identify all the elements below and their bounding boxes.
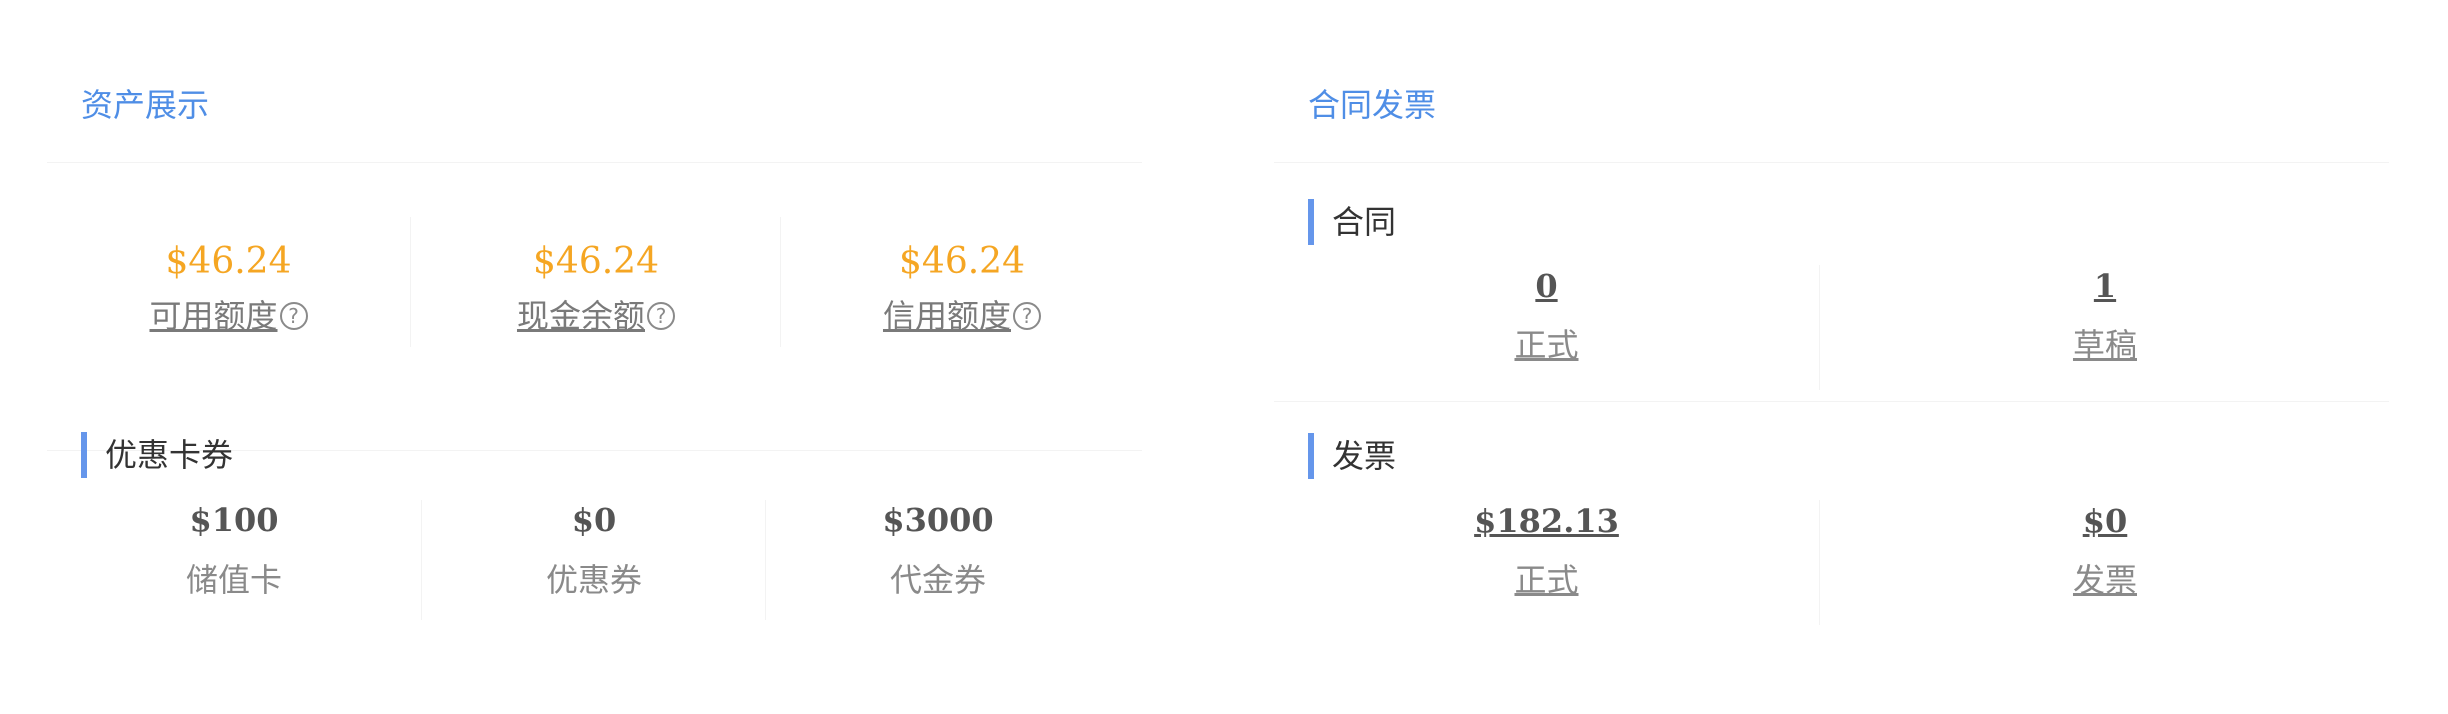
draft-contracts-value-wrap: 1 xyxy=(1820,265,2390,307)
asset-summary-row: $46.24 可用额度? $46.24 现金余额? $46.24 信用额度? xyxy=(47,217,1142,347)
draft-contracts-label-wrap: 草稿 xyxy=(1820,323,2390,367)
discount-coupon-label: 优惠券 xyxy=(545,561,642,599)
formal-invoices-value-wrap: $182.13 xyxy=(1274,500,1819,542)
formal-contracts-count[interactable]: 0 xyxy=(1535,267,1557,305)
stored-value-card-label: 储值卡 xyxy=(185,561,282,599)
invoice-amount-wrap: $0 xyxy=(1820,500,2390,542)
stored-value-card-value: $100 xyxy=(189,501,279,539)
contracts-section-title: 合同 xyxy=(1308,199,1396,245)
assets-panel-title: 资产展示 xyxy=(81,86,210,124)
draft-contracts-stat: 1 草稿 xyxy=(1819,265,2390,390)
coupons-row: $100 储值卡 $0 优惠券 $3000 代金券 xyxy=(47,500,1142,625)
invoice-link[interactable]: 发票 xyxy=(2073,561,2137,599)
stored-value-card-stat: $100 储值卡 xyxy=(47,500,421,620)
formal-invoices-amount[interactable]: $182.13 xyxy=(1474,502,1619,540)
formal-contracts-stat: 0 正式 xyxy=(1274,265,1819,390)
available-credit-link[interactable]: 可用额度 xyxy=(149,297,277,335)
voucher-stat: $3000 代金券 xyxy=(765,500,1110,620)
formal-contracts-link[interactable]: 正式 xyxy=(1514,326,1578,364)
help-circle-icon[interactable]: ? xyxy=(647,302,675,330)
divider xyxy=(1274,401,2389,402)
divider xyxy=(47,162,1142,163)
contracts-invoices-panel-title: 合同发票 xyxy=(1308,86,1437,124)
divider xyxy=(1274,162,2389,163)
formal-invoices-label-wrap: 正式 xyxy=(1274,558,1819,602)
invoice-label-wrap: 发票 xyxy=(1820,558,2390,602)
invoice-stat: $0 发票 xyxy=(1819,500,2390,625)
credit-limit-label-wrap: 信用额度? xyxy=(781,295,1143,337)
discount-coupon-stat: $0 优惠券 xyxy=(421,500,766,620)
coupons-section-title: 优惠卡券 xyxy=(81,432,233,478)
assets-panel: 资产展示 $46.24 可用额度? $46.24 现金余额? $46.24 信用… xyxy=(47,52,1142,632)
voucher-label: 代金券 xyxy=(889,561,986,599)
invoice-amount[interactable]: $0 xyxy=(2083,502,2128,540)
voucher-value: $3000 xyxy=(882,501,994,539)
formal-contracts-label-wrap: 正式 xyxy=(1274,323,1819,367)
cash-balance-stat: $46.24 现金余额? xyxy=(410,217,781,347)
invoices-row: $182.13 正式 $0 发票 xyxy=(1274,500,2389,625)
cash-balance-value: $46.24 xyxy=(533,241,659,282)
available-credit-stat: $46.24 可用额度? xyxy=(47,217,410,347)
contracts-invoices-panel: 合同发票 合同 0 正式 1 草稿 发票 $182.13 正式 $0 发票 xyxy=(1274,52,2389,632)
cash-balance-link[interactable]: 现金余额 xyxy=(517,297,645,335)
credit-limit-value: $46.24 xyxy=(899,241,1025,282)
formal-invoices-link[interactable]: 正式 xyxy=(1514,561,1578,599)
help-circle-icon[interactable]: ? xyxy=(279,302,308,330)
draft-contracts-link[interactable]: 草稿 xyxy=(2073,326,2137,364)
invoices-section-title: 发票 xyxy=(1308,433,1396,479)
credit-limit-link[interactable]: 信用额度 xyxy=(883,297,1011,335)
cash-balance-label-wrap: 现金余额? xyxy=(411,295,781,337)
contracts-row: 0 正式 1 草稿 xyxy=(1274,265,2389,390)
available-credit-value: $46.24 xyxy=(165,241,292,282)
credit-limit-stat: $46.24 信用额度? xyxy=(780,217,1143,347)
formal-invoices-stat: $182.13 正式 xyxy=(1274,500,1819,625)
formal-contracts-value-wrap: 0 xyxy=(1274,265,1819,307)
help-circle-icon[interactable]: ? xyxy=(1013,302,1041,330)
draft-contracts-count[interactable]: 1 xyxy=(2094,267,2116,305)
discount-coupon-value: $0 xyxy=(571,501,617,539)
available-credit-label-wrap: 可用额度? xyxy=(47,295,410,337)
